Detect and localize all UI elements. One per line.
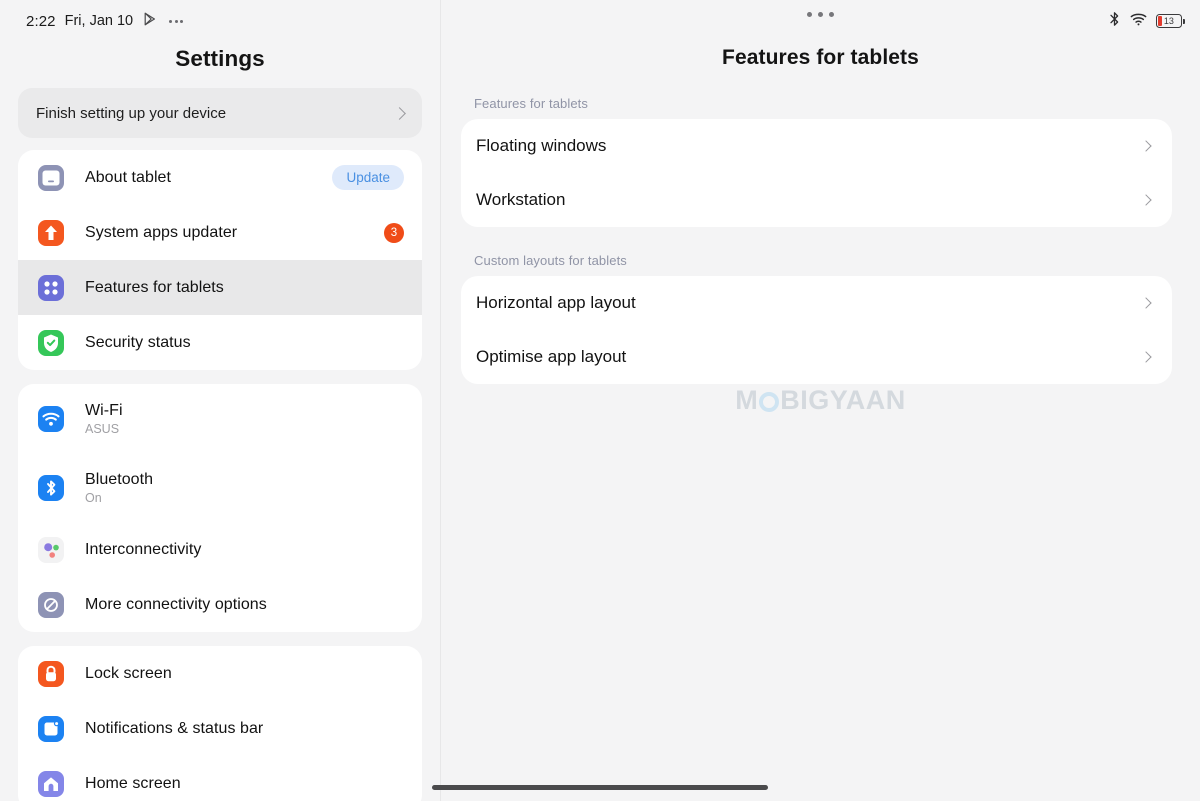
sidebar-item-features-for-tablets[interactable]: Features for tablets bbox=[18, 260, 422, 315]
sidebar-item-label: Lock screen bbox=[85, 664, 172, 682]
status-date: Fri, Jan 10 bbox=[64, 13, 134, 29]
sidebar-item-sublabel: ASUS bbox=[85, 421, 120, 436]
sidebar-item-label: Notifications & status bar bbox=[85, 719, 264, 737]
sidebar-label-wrap: System apps updater bbox=[85, 224, 237, 242]
sidebar-label-wrap: Bluetooth On bbox=[85, 471, 153, 505]
status-time: 2:22 bbox=[26, 12, 56, 30]
bluetooth-icon bbox=[36, 473, 66, 503]
sidebar-item-label: System apps updater bbox=[85, 223, 238, 241]
detail-page-title: Features for tablets bbox=[722, 46, 919, 69]
play-store-icon bbox=[142, 11, 158, 32]
custom-layouts-card: Horizontal app layout Optimise app layou… bbox=[461, 276, 1172, 384]
window-handle-dots[interactable] bbox=[441, 12, 1200, 17]
lock-icon bbox=[36, 659, 66, 689]
chevron-right-icon bbox=[1140, 140, 1152, 152]
bluetooth-icon bbox=[1108, 11, 1121, 32]
sidebar-group-display: Lock screen Notifications & status bar H… bbox=[18, 646, 422, 801]
sidebar-item-label: About tablet bbox=[85, 168, 171, 186]
sidebar-label-wrap: Lock screen bbox=[85, 665, 172, 683]
tablet-settings-screen: 2:22 Fri, Jan 10 Settings Finish setting… bbox=[0, 0, 1200, 801]
chevron-right-icon bbox=[393, 106, 406, 120]
sidebar-item-security-status[interactable]: Security status bbox=[18, 315, 422, 370]
sidebar-label-wrap: Features for tablets bbox=[85, 279, 224, 297]
row-trailing bbox=[1140, 351, 1152, 363]
watermark-prefix: M bbox=[735, 385, 759, 415]
page-title: Settings bbox=[175, 46, 265, 71]
update-count-badge: 3 bbox=[384, 222, 404, 243]
watermark-suffix: BIGYAAN bbox=[780, 385, 906, 415]
sidebar-item-bluetooth[interactable]: Bluetooth On bbox=[18, 453, 422, 522]
sidebar-item-system-apps-updater[interactable]: System apps updater 3 bbox=[18, 205, 422, 260]
watermark-text: M BIGYAAN bbox=[735, 385, 906, 416]
chevron-right-icon bbox=[1140, 297, 1152, 309]
features-card: Floating windows Workstation bbox=[461, 119, 1172, 227]
status-bar-left: 2:22 Fri, Jan 10 bbox=[0, 0, 440, 32]
sidebar-item-label: Wi-Fi bbox=[85, 401, 123, 419]
chevron-right-icon bbox=[1140, 194, 1152, 206]
notification-card-icon bbox=[36, 714, 66, 744]
chevron-right-icon bbox=[1140, 351, 1152, 363]
sidebar-item-label: More connectivity options bbox=[85, 595, 267, 613]
detail-row-workstation[interactable]: Workstation bbox=[461, 173, 1172, 227]
sidebar-label-wrap: Notifications & status bar bbox=[85, 720, 263, 738]
shield-check-icon bbox=[36, 328, 66, 358]
sidebar-group-system: About tablet Update System apps updater bbox=[18, 150, 422, 370]
sidebar-item-interconnectivity[interactable]: Interconnectivity bbox=[18, 522, 422, 577]
detail-row-label: Horizontal app layout bbox=[476, 293, 636, 312]
sidebar-label-wrap: Interconnectivity bbox=[85, 541, 201, 559]
more-dots-icon[interactable] bbox=[169, 19, 184, 23]
row-trailing bbox=[1140, 194, 1152, 206]
sidebar-item-notifications-status-bar[interactable]: Notifications & status bar bbox=[18, 701, 422, 756]
finish-setup-label: Finish setting up your device bbox=[36, 104, 227, 122]
tablet-icon bbox=[36, 163, 66, 193]
sidebar-label-wrap: Home screen bbox=[85, 775, 181, 793]
grid-dots-icon bbox=[36, 273, 66, 303]
sidebar-item-more-connectivity-options[interactable]: More connectivity options bbox=[18, 577, 422, 632]
row-trailing bbox=[1140, 297, 1152, 309]
system-icons: 13 bbox=[1108, 11, 1185, 32]
sidebar-label-wrap: More connectivity options bbox=[85, 596, 267, 614]
settings-sidebar: 2:22 Fri, Jan 10 Settings Finish setting… bbox=[0, 0, 441, 801]
battery-level-text: 13 bbox=[1163, 15, 1174, 26]
home-icon bbox=[36, 769, 66, 799]
wifi-icon bbox=[1130, 11, 1147, 32]
detail-row-label: Optimise app layout bbox=[476, 347, 627, 366]
sidebar-label-wrap: Wi-Fi ASUS bbox=[85, 402, 123, 436]
detail-row-horizontal-app-layout[interactable]: Horizontal app layout bbox=[461, 276, 1172, 330]
upload-arrow-icon bbox=[36, 218, 66, 248]
row-trailing: Update bbox=[332, 164, 404, 191]
watermark-o-glyph bbox=[759, 391, 780, 412]
link-icon bbox=[36, 590, 66, 620]
row-trailing: 3 bbox=[384, 222, 404, 243]
detail-row-label: Floating windows bbox=[476, 136, 607, 155]
battery-icon: 13 bbox=[1156, 14, 1185, 28]
sidebar-item-label: Features for tablets bbox=[85, 278, 224, 296]
interconnectivity-dots-icon bbox=[36, 535, 66, 565]
detail-panel: 13 Features for tablets Features for tab… bbox=[441, 0, 1200, 801]
row-trailing bbox=[1140, 140, 1152, 152]
sidebar-item-label: Bluetooth bbox=[85, 470, 154, 488]
section-label-custom-layouts: Custom layouts for tablets bbox=[474, 253, 627, 268]
section-label-features: Features for tablets bbox=[474, 96, 588, 111]
sidebar-label-wrap: About tablet bbox=[85, 169, 171, 187]
detail-row-optimise-app-layout[interactable]: Optimise app layout bbox=[461, 330, 1172, 384]
detail-row-label: Workstation bbox=[476, 190, 566, 209]
sidebar-group-connectivity: Wi-Fi ASUS Bluetooth On Interconnectivit… bbox=[18, 384, 422, 632]
sidebar-label-wrap: Security status bbox=[85, 334, 191, 352]
watermark: M BIGYAAN bbox=[441, 385, 1200, 416]
sidebar-item-about-tablet[interactable]: About tablet Update bbox=[18, 150, 422, 205]
sidebar-item-lock-screen[interactable]: Lock screen bbox=[18, 646, 422, 701]
detail-row-floating-windows[interactable]: Floating windows bbox=[461, 119, 1172, 173]
wifi-icon bbox=[36, 404, 66, 434]
finish-setup-banner[interactable]: Finish setting up your device bbox=[18, 88, 422, 138]
sidebar-item-label: Home screen bbox=[85, 774, 181, 792]
sidebar-item-sublabel: On bbox=[85, 490, 102, 505]
status-bar-right: 13 bbox=[441, 0, 1200, 32]
update-button[interactable]: Update bbox=[332, 164, 404, 191]
sidebar-item-wifi[interactable]: Wi-Fi ASUS bbox=[18, 384, 422, 453]
sidebar-item-label: Interconnectivity bbox=[85, 540, 202, 558]
sidebar-item-home-screen[interactable]: Home screen bbox=[18, 756, 422, 801]
home-gesture-bar[interactable] bbox=[432, 785, 768, 790]
sidebar-item-label: Security status bbox=[85, 333, 191, 351]
